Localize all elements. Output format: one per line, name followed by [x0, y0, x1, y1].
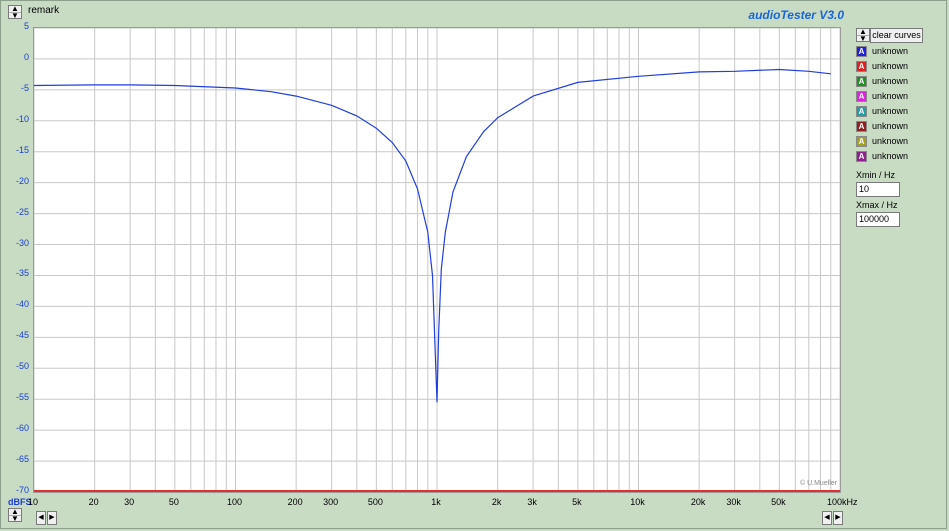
app-title: audioTester V3.0	[748, 8, 844, 22]
curve-color-swatch[interactable]: A	[856, 76, 867, 87]
legend-label: unknown	[872, 91, 909, 101]
curve-color-swatch[interactable]: A	[856, 151, 867, 162]
frequency-response-chart	[34, 28, 840, 492]
spin-down-icon[interactable]: ▼	[857, 35, 869, 43]
y-tick-label: 5	[23, 21, 29, 31]
y-tick-label: 0	[23, 51, 29, 62]
y-tick-label: -65	[15, 454, 29, 465]
frequency-response-curve	[34, 68, 831, 403]
x-tick-label: 5k	[572, 497, 582, 507]
x-tick-label: 20	[88, 497, 99, 507]
remark-spinner[interactable]: ▲ ▼	[8, 5, 22, 20]
xmax-label: Xmax / Hz	[856, 200, 898, 210]
y-tick-label: -55	[15, 392, 29, 403]
curve-color-swatch[interactable]: A	[856, 106, 867, 117]
x-tick-label: 10	[27, 497, 38, 507]
x-tick-label: 10k	[630, 497, 645, 507]
spin-down-icon[interactable]: ▼	[9, 515, 21, 523]
y-tick-label: -5	[20, 82, 29, 93]
x-tick-label: 100	[226, 497, 243, 507]
x-tick-label: 2k	[491, 497, 502, 507]
y-tick-label: -15	[15, 144, 29, 155]
curve-color-swatch[interactable]: A	[856, 91, 867, 102]
curve-color-swatch[interactable]: A	[856, 121, 867, 132]
y-tick-label: -45	[15, 330, 29, 341]
xmin-label: Xmin / Hz	[856, 170, 896, 180]
plot-area	[33, 27, 841, 493]
copyright-text: © U.Mueller	[800, 480, 838, 487]
y-tick-label: -60	[15, 423, 29, 434]
scroll-right-button[interactable]: ▶	[833, 511, 843, 525]
y-scale-spinner[interactable]: ▲ ▼	[8, 508, 22, 523]
legend-label: unknown	[872, 151, 909, 161]
y-tick-label: -30	[15, 237, 29, 248]
y-tick-label: -35	[15, 268, 29, 279]
y-tick-label: -50	[15, 361, 29, 372]
x-tick-label: 30k	[726, 497, 741, 507]
clear-curves-button[interactable]: clear curves	[870, 28, 923, 43]
x-tick-label: 100kHz	[827, 497, 858, 507]
curve-color-swatch[interactable]: A	[856, 46, 867, 57]
xmin-input[interactable]: 10	[856, 182, 900, 197]
x-tick-label: 3k	[527, 497, 537, 507]
y-tick-label: -20	[15, 175, 29, 186]
x-tick-label: 1k	[431, 497, 441, 507]
x-tick-label: 30	[124, 497, 135, 507]
spin-down-icon[interactable]: ▼	[9, 12, 21, 20]
y-tick-label: -25	[15, 206, 29, 217]
xmax-input[interactable]: 100000	[856, 212, 900, 227]
x-tick-label: 50k	[771, 497, 786, 507]
curve-spinner[interactable]: ▲ ▼	[856, 28, 870, 43]
curve-color-swatch[interactable]: A	[856, 136, 867, 147]
legend-label: unknown	[872, 46, 909, 56]
scroll-left-button[interactable]: ◀	[822, 511, 832, 525]
x-tick-label: 300	[323, 497, 339, 507]
x-tick-label: 50	[168, 497, 179, 507]
legend-label: unknown	[872, 76, 909, 86]
y-tick-label: -10	[15, 113, 29, 124]
x-tick-label: 200	[287, 497, 303, 507]
x-tick-label: 500	[367, 497, 383, 507]
scroll-left-button[interactable]: ◀	[36, 511, 46, 525]
legend-label: unknown	[872, 121, 909, 131]
legend-label: unknown	[872, 106, 909, 116]
y-tick-label: -70	[15, 485, 29, 495]
legend-label: unknown	[872, 61, 909, 71]
legend-label: unknown	[872, 136, 909, 146]
remark-label: remark	[28, 5, 60, 16]
x-tick-label: 20k	[690, 497, 706, 507]
curve-color-swatch[interactable]: A	[856, 61, 867, 72]
scroll-right-button[interactable]: ▶	[47, 511, 57, 525]
y-tick-label: -40	[15, 299, 29, 310]
